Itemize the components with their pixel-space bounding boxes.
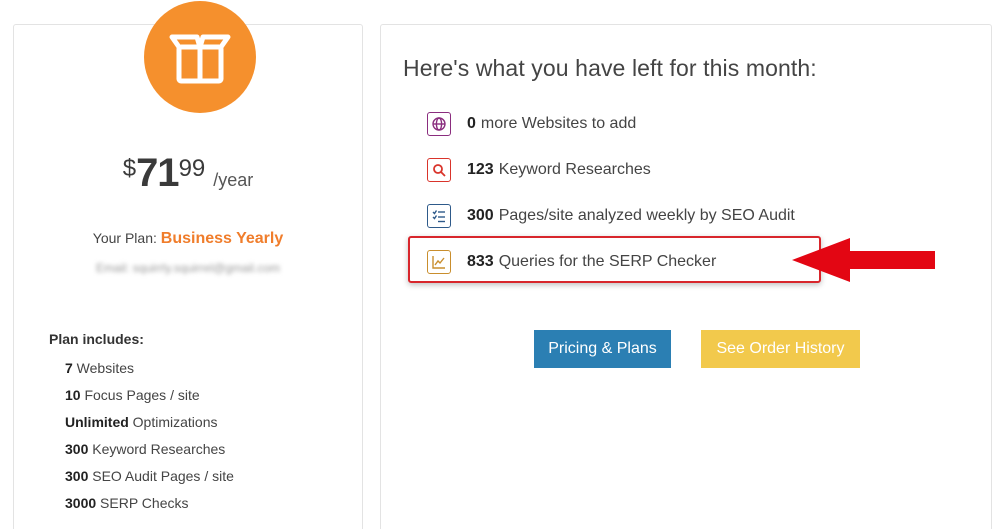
usage-text: Pages/site analyzed weekly by SEO Audit — [498, 207, 795, 224]
includes-item: 300 SEO Audit Pages / site — [65, 468, 234, 484]
includes-item: 7 Websites — [65, 360, 135, 376]
plan-name: Business Yearly — [160, 230, 284, 247]
price-cents: 99 — [178, 155, 206, 182]
price-period: /year — [213, 170, 254, 190]
arrow-annotation-icon — [792, 238, 935, 282]
usage-row-audit: 300 Pages/site analyzed weekly by SEO Au… — [427, 203, 795, 229]
usage-row-serp: 833 Queries for the SERP Checker — [427, 249, 716, 275]
order-history-button[interactable]: See Order History — [701, 330, 860, 368]
includes-title: Plan includes: — [49, 331, 144, 347]
usage-count: 833 — [467, 253, 494, 270]
usage-count: 0 — [467, 115, 476, 132]
chart-icon — [427, 250, 451, 274]
includes-list: 7 Websites 10 Focus Pages / site Unlimit… — [65, 359, 234, 521]
includes-item: 3000 SERP Checks — [65, 495, 189, 511]
usage-text: Keyword Researches — [498, 161, 651, 178]
page: $7199/year Your Plan: Business Yearly Em… — [0, 0, 998, 529]
plan-price: $7199/year — [14, 151, 362, 196]
pricing-plans-button[interactable]: Pricing & Plans — [534, 330, 671, 368]
usage-count: 123 — [467, 161, 494, 178]
includes-item: 300 Keyword Researches — [65, 441, 226, 457]
includes-item: Unlimited Optimizations — [65, 414, 218, 430]
usage-title: Here's what you have left for this month… — [403, 55, 817, 81]
usage-row-websites: 0 more Websites to add — [427, 111, 636, 137]
includes-item: 10 Focus Pages / site — [65, 387, 200, 403]
usage-count: 300 — [467, 207, 494, 224]
checklist-icon — [427, 204, 451, 228]
price-whole: 71 — [136, 151, 179, 195]
plan-badge — [144, 1, 256, 113]
globe-icon — [427, 112, 451, 136]
search-icon — [427, 158, 451, 182]
plan-card: $7199/year Your Plan: Business Yearly Em… — [13, 1, 363, 529]
account-email: Email: squirrly.squirrel@gmail.com — [96, 261, 280, 275]
your-plan-label: Your Plan: — [92, 230, 157, 246]
usage-text: more Websites to add — [480, 115, 637, 132]
your-plan: Your Plan: Business Yearly — [14, 230, 362, 248]
usage-row-keywords: 123 Keyword Researches — [427, 157, 651, 183]
usage-text: Queries for the SERP Checker — [498, 253, 717, 270]
box-icon — [169, 34, 231, 84]
price-currency: $ — [122, 155, 137, 182]
